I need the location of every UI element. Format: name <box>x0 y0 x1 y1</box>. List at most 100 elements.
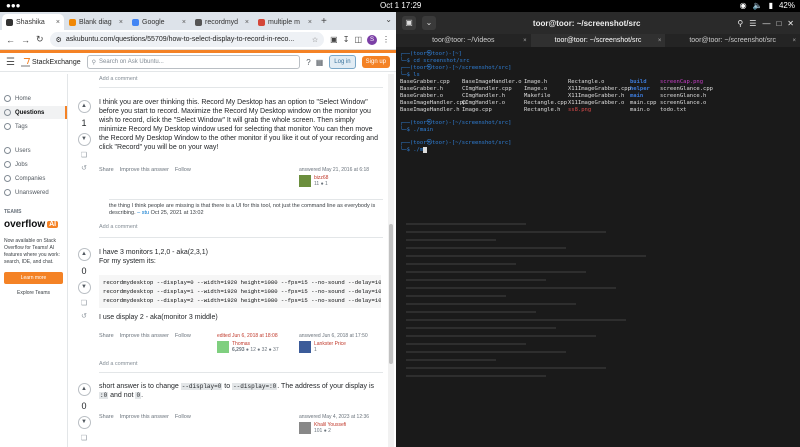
browser-tab-4[interactable]: multiple m × <box>254 14 316 30</box>
sidebar-item-home[interactable]: Home <box>0 92 67 105</box>
companies-icon <box>4 175 11 182</box>
downvote-button[interactable]: ▼ <box>77 281 91 294</box>
bookmark-icon[interactable]: ❏ <box>77 299 91 307</box>
follow-link[interactable]: Follow <box>175 414 191 420</box>
sidebar-item-jobs[interactable]: Jobs <box>0 158 67 171</box>
user-name[interactable]: Lankster Price <box>314 341 346 347</box>
close-icon[interactable]: × <box>245 19 249 26</box>
address-bar[interactable]: ⚙ askubuntu.com/questions/55709/how-to-s… <box>49 32 325 47</box>
follow-link[interactable]: Follow <box>175 167 191 173</box>
bookmark-icon[interactable]: ❏ <box>77 434 91 442</box>
share-link[interactable]: Share <box>99 333 114 339</box>
close-icon[interactable]: ✕ <box>787 19 794 28</box>
downvote-button[interactable]: ▼ <box>77 416 91 429</box>
sidebar-item-unanswered[interactable]: Unanswered <box>0 186 67 199</box>
profile-avatar[interactable]: S <box>367 34 377 45</box>
explore-teams-link[interactable]: Explore Teams <box>4 290 63 296</box>
new-tab-button[interactable]: + <box>317 14 331 30</box>
edited-date[interactable]: edited Jun 6, 2018 at 18:08 <box>217 333 279 339</box>
new-tab-icon[interactable]: ▣ <box>402 16 416 30</box>
site-info-icon[interactable]: ⚙ <box>56 36 62 44</box>
menu-icon[interactable]: ☰ <box>749 19 756 28</box>
improve-answer-link[interactable]: Improve this answer <box>120 167 169 173</box>
improve-answer-link[interactable]: Improve this answer <box>120 333 169 339</box>
learn-more-button[interactable]: Learn more <box>4 272 63 284</box>
split-view-icon[interactable]: ◫ <box>354 35 362 44</box>
history-icon[interactable]: ↺ <box>77 164 91 172</box>
terminal-tab-2[interactable]: toor@toor: ~/screenshot/src × <box>665 34 800 47</box>
share-link[interactable]: Share <box>99 167 114 173</box>
avatar[interactable] <box>299 422 311 434</box>
close-icon[interactable]: × <box>182 19 186 26</box>
forward-icon[interactable]: → <box>21 35 30 45</box>
search-icon[interactable]: ⚲ <box>737 19 743 28</box>
share-link[interactable]: Share <box>99 414 114 420</box>
teams-promo-text: Now available on Stack Overflow for Team… <box>4 238 60 265</box>
sidebar-item-users[interactable]: Users <box>0 144 67 157</box>
sidebar-item-tags[interactable]: Tags <box>0 120 67 133</box>
browser-tab-1[interactable]: Blank diag × <box>65 14 127 30</box>
follow-link[interactable]: Follow <box>175 333 191 339</box>
back-icon[interactable]: ← <box>6 35 15 45</box>
close-icon[interactable]: × <box>56 19 60 26</box>
page-scrollbar[interactable] <box>388 74 394 447</box>
maximize-icon[interactable]: □ <box>776 19 781 28</box>
avatar[interactable] <box>299 341 311 353</box>
login-button[interactable]: Log in <box>329 55 356 69</box>
close-icon[interactable]: × <box>308 19 312 26</box>
activities-button[interactable]: ●●● <box>6 1 21 10</box>
improve-answer-link[interactable]: Improve this answer <box>120 414 169 420</box>
system-tray[interactable]: ◉ 🔈 ▮ 42% <box>740 1 795 10</box>
bookmark-icon[interactable]: ❏ <box>77 151 91 159</box>
help-icon[interactable]: ? <box>306 58 310 67</box>
reload-icon[interactable]: ↻ <box>36 34 44 45</box>
close-icon[interactable]: × <box>793 38 797 44</box>
home-icon <box>4 95 11 102</box>
signup-button[interactable]: Sign up <box>361 56 390 68</box>
sidebar-item-questions[interactable]: Questions <box>0 106 67 119</box>
comment-user[interactable]: – stu <box>137 210 149 216</box>
avatar[interactable] <box>299 175 311 187</box>
upvote-button[interactable]: ▲ <box>77 248 91 261</box>
faint-background-overlay <box>396 217 800 447</box>
site-search-input[interactable]: ⚲ Search on Ask Ubuntu... <box>86 55 301 69</box>
download-icon[interactable]: ↧ <box>343 35 350 44</box>
inline-code: :0 <box>99 392 109 399</box>
upvote-button[interactable]: ▲ <box>77 100 91 113</box>
ls-output: BaseGrabber.cpp BaseImageHandler.o Image.h… <box>400 79 713 113</box>
bookmark-star-icon[interactable]: ☆ <box>312 36 318 44</box>
sidebar-item-companies[interactable]: Companies <box>0 172 67 185</box>
avatar[interactable] <box>217 341 229 353</box>
downvote-button[interactable]: ▼ <box>77 133 91 146</box>
minimize-icon[interactable]: — <box>762 19 770 28</box>
browser-tab-3[interactable]: recordmyd × <box>191 14 253 30</box>
clock[interactable]: Oct 1 17:29 <box>380 1 421 10</box>
terminal-output[interactable]: ┌──(toor㉿toor)-[~] └─$ cd screenshot/src… <box>396 47 800 447</box>
scrollbar-thumb[interactable] <box>389 224 393 364</box>
close-icon[interactable]: × <box>119 19 123 26</box>
answer-text: I have 3 monitors 1,2,0 - aka(2,3,1) <box>99 249 208 256</box>
add-comment-link[interactable]: Add a comment <box>99 224 138 230</box>
history-icon[interactable]: ↺ <box>77 312 91 320</box>
upvote-button[interactable]: ▲ <box>77 383 91 396</box>
chevron-down-icon[interactable]: ⌄ <box>385 15 392 24</box>
user-badges: ● 1 <box>320 181 328 187</box>
browser-tab-0[interactable]: Shashika × <box>2 14 64 30</box>
site-switcher-icon[interactable]: ▦ <box>316 58 324 67</box>
chevron-down-icon[interactable]: ⌄ <box>422 16 436 30</box>
close-icon[interactable]: × <box>658 38 662 44</box>
menu-kebab-icon[interactable]: ⋮ <box>382 35 390 44</box>
stackexchange-logo[interactable]: StackExchange <box>20 57 81 67</box>
add-comment-link[interactable]: Add a comment <box>99 76 138 82</box>
browser-tab-2[interactable]: Google × <box>128 14 190 30</box>
close-icon[interactable]: × <box>523 38 527 44</box>
user-card: answered May 4, 2023 at 12:36 Khalil You… <box>299 414 369 434</box>
prompt-line: ┌──(toor㉿toor)-[~/screenshot/src] <box>400 120 512 126</box>
extension-icon[interactable]: ▣ <box>330 35 338 44</box>
hamburger-menu-icon[interactable]: ☰ <box>6 57 15 68</box>
inline-code: --display=:0 <box>232 383 278 390</box>
terminal-tab-0[interactable]: toor@toor: ~/Videos × <box>396 34 531 47</box>
terminal-tab-1[interactable]: toor@toor: ~/screenshot/src × <box>530 34 666 47</box>
user-reputation: 6,293 <box>232 347 245 353</box>
add-comment-link[interactable]: Add a comment <box>99 361 138 367</box>
